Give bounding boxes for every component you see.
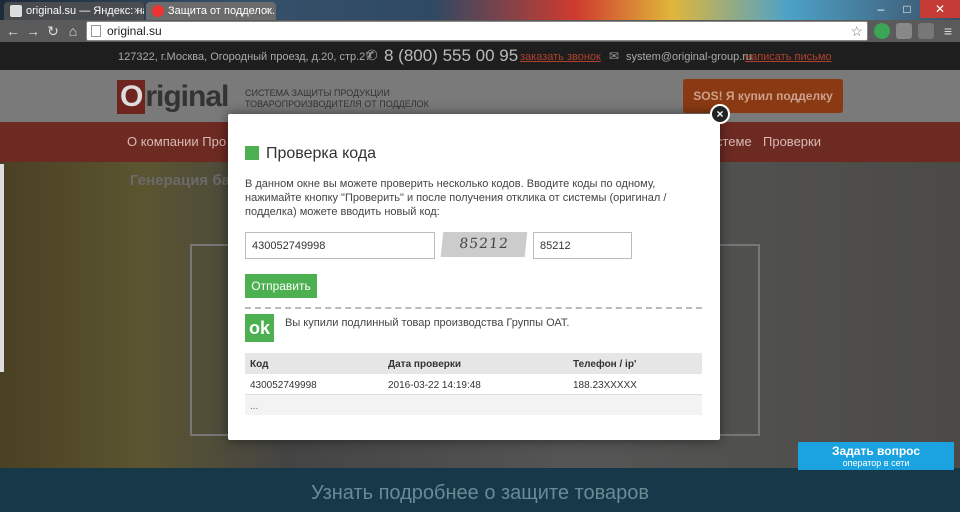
chat-widget[interactable]: Задать вопрос оператор в сети [798, 442, 954, 470]
menu-icon[interactable]: ≡ [940, 23, 956, 39]
header-phone-ip: Телефон / ip' [573, 359, 637, 370]
window-close-icon[interactable]: ✕ [920, 0, 960, 18]
captcha-input[interactable] [533, 232, 632, 259]
modal-description: В данном окне вы можете проверить нескол… [245, 178, 667, 218]
bottom-banner: Узнать подробнее о защите товаров [0, 468, 960, 512]
modal-close-icon[interactable]: × [710, 104, 730, 124]
home-icon[interactable]: ⌂ [64, 22, 82, 40]
submit-button[interactable]: Отправить [245, 274, 317, 298]
ok-badge-icon: ok [245, 314, 274, 342]
site-tagline: СИСТЕМА ЗАЩИТЫ ПРОДУКЦИИ ТОВАРОПРОИЗВОДИ… [245, 88, 429, 110]
reload-icon[interactable]: ↻ [44, 22, 62, 40]
company-address: 127322, г.Москва, Огородный проезд, д.20… [118, 51, 372, 63]
divider [245, 307, 702, 309]
url-text: original.su [107, 24, 162, 38]
phone-icon: ✆ [366, 47, 378, 63]
company-phone: 8 (800) 555 00 95 [384, 46, 519, 65]
page-icon [91, 25, 101, 37]
modal-title: Проверка кода [266, 145, 377, 162]
chat-title: Задать вопрос [831, 444, 921, 458]
browser-tab[interactable]: original.su — Яндекс: на × [4, 2, 144, 20]
mail-icon: ✉ [609, 49, 620, 63]
tab-close-icon[interactable]: × [266, 2, 272, 20]
table-more-row[interactable]: ... [245, 395, 702, 415]
results-table: Код Дата проверки Телефон / ip' 43005274… [245, 353, 702, 415]
menu-item-checks[interactable]: Проверки [763, 134, 821, 149]
menu-item-system[interactable]: стеме [716, 134, 752, 149]
more-indicator: ... [250, 401, 259, 412]
title-square-icon [245, 146, 259, 160]
chat-subtitle: оператор в сети [842, 458, 910, 468]
site-favicon-icon [152, 5, 164, 17]
bottom-banner-text[interactable]: Узнать подробнее о защите товаров [0, 482, 960, 505]
tagline-line: СИСТЕМА ЗАЩИТЫ ПРОДУКЦИИ [245, 88, 390, 98]
tab-label: original.su — Яндекс: на [26, 5, 144, 17]
site-logo[interactable]: Original [117, 80, 229, 114]
address-bar[interactable]: original.su ☆ [86, 21, 868, 41]
code-check-modal: Проверка кода В данном окне вы можете пр… [228, 114, 720, 440]
browser-toolbar: ← → ↻ ⌂ original.su ☆ ≡ [0, 20, 960, 42]
header-date: Дата проверки [388, 359, 462, 370]
cell-code: 430052749998 [250, 380, 317, 391]
window-controls: – □ ✕ [868, 0, 960, 20]
header-code: Код [250, 359, 269, 370]
menu-item-about[interactable]: О компании Про [127, 134, 226, 149]
maximize-icon[interactable]: □ [894, 0, 920, 18]
result-message: Вы купили подлинный товар производства Г… [285, 317, 570, 329]
side-panel-edge [0, 164, 4, 372]
forward-arrow-icon[interactable]: → [24, 22, 42, 40]
browser-tab-active[interactable]: Защита от подделок. О × [146, 2, 276, 20]
extension-gray-icon[interactable] [896, 23, 912, 39]
bookmark-star-icon[interactable]: ☆ [850, 23, 863, 40]
tab-close-icon[interactable]: × [134, 2, 140, 20]
table-header: Код Дата проверки Телефон / ip' [245, 353, 702, 374]
extension-green-icon[interactable] [874, 23, 890, 39]
yandex-favicon-icon [10, 5, 22, 17]
back-arrow-icon[interactable]: ← [4, 22, 22, 40]
tagline-line: ТОВАРОПРОИЗВОДИТЕЛЯ ОТ ПОДДЕЛОК [245, 99, 429, 109]
minimize-icon[interactable]: – [868, 0, 894, 18]
tab-label: Защита от подделок. О [168, 5, 276, 17]
cell-phone-ip: 188.23XXXXX [573, 380, 637, 391]
extension-b-icon[interactable] [918, 23, 934, 39]
browser-tab-bar: original.su — Яндекс: на × Защита от под… [0, 0, 960, 20]
order-call-link[interactable]: заказать звонок [520, 51, 601, 63]
code-input[interactable] [245, 232, 435, 259]
top-info-bar: 127322, г.Москва, Огородный проезд, д.20… [0, 42, 960, 70]
write-letter-link[interactable]: написать письмо [745, 51, 832, 63]
table-row: 430052749998 2016-03-22 14:19:48 188.23X… [245, 374, 702, 395]
cell-date: 2016-03-22 14:19:48 [388, 380, 481, 391]
sos-button[interactable]: SOS! Я купил подделку [683, 79, 843, 113]
captcha-image: 85212 [440, 232, 528, 257]
company-email: system@original-group.ru [626, 51, 753, 63]
